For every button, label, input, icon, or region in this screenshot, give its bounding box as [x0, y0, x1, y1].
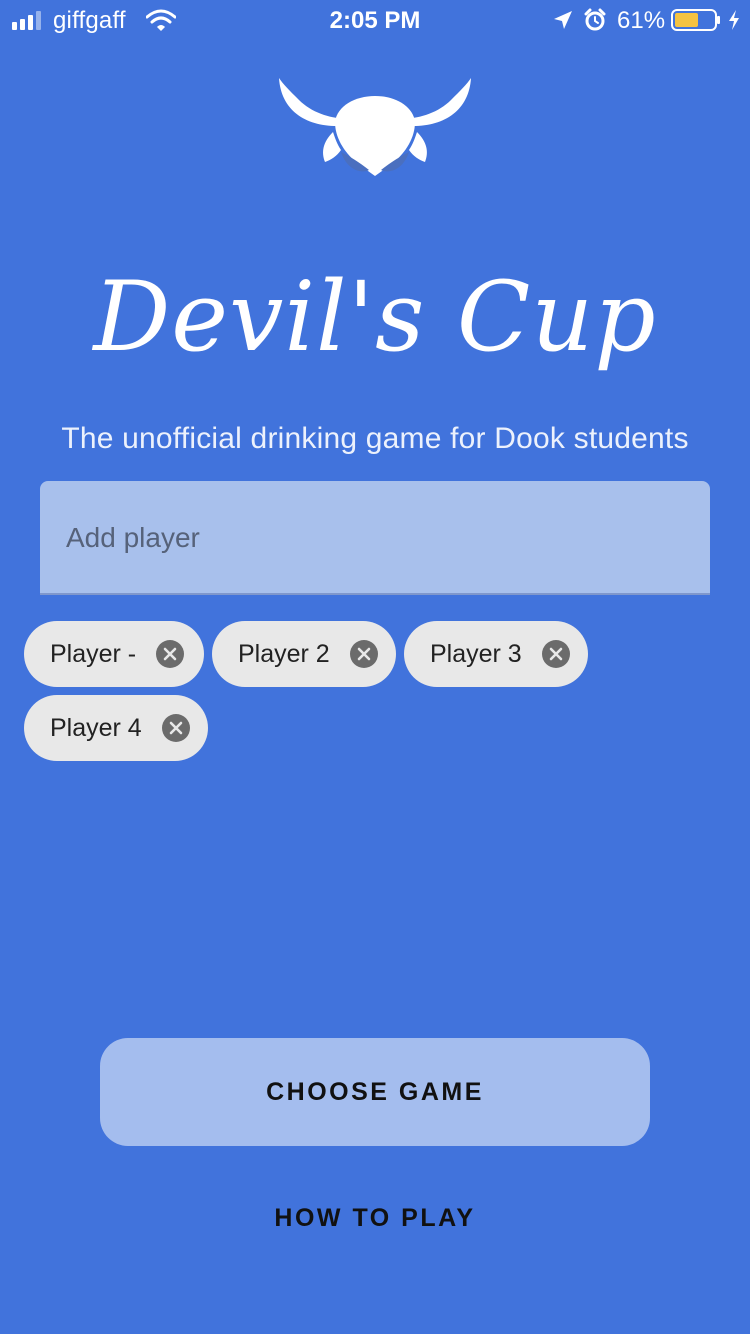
- remove-player-button[interactable]: [156, 640, 185, 668]
- player-chip: Player 3: [404, 621, 588, 687]
- close-icon: [357, 647, 371, 661]
- alarm-icon: [584, 8, 606, 31]
- devil-horns-logo: [279, 78, 471, 176]
- battery-percent: 61%: [617, 7, 666, 34]
- player-chip: Player 4: [24, 695, 208, 761]
- location-icon: [554, 11, 572, 29]
- charging-icon: [729, 10, 739, 30]
- remove-player-button[interactable]: [161, 714, 190, 742]
- close-icon: [549, 647, 563, 661]
- player-chip: Player -: [24, 621, 204, 687]
- close-icon: [169, 721, 183, 735]
- remove-player-button[interactable]: [349, 640, 378, 668]
- app-tagline: The unofficial drinking game for Dook st…: [61, 422, 689, 455]
- add-player-field[interactable]: [40, 481, 710, 595]
- add-player-input[interactable]: [64, 511, 688, 565]
- player-chip-label: Player 3: [430, 639, 522, 668]
- how-to-play-link[interactable]: HOW TO PLAY: [0, 1204, 750, 1233]
- player-chip-label: Player 4: [50, 713, 142, 742]
- battery-icon: [671, 9, 720, 31]
- player-chip: Player 2: [212, 621, 396, 687]
- player-chip-label: Player 2: [238, 639, 330, 668]
- player-chip-label: Player -: [50, 639, 137, 668]
- app-title: Devil's Cup: [93, 261, 657, 373]
- close-icon: [163, 647, 177, 661]
- remove-player-button[interactable]: [541, 640, 570, 668]
- choose-game-button[interactable]: CHOOSE GAME: [100, 1038, 650, 1146]
- status-bar: giffgaff 2:05 PM 61%: [0, 0, 750, 40]
